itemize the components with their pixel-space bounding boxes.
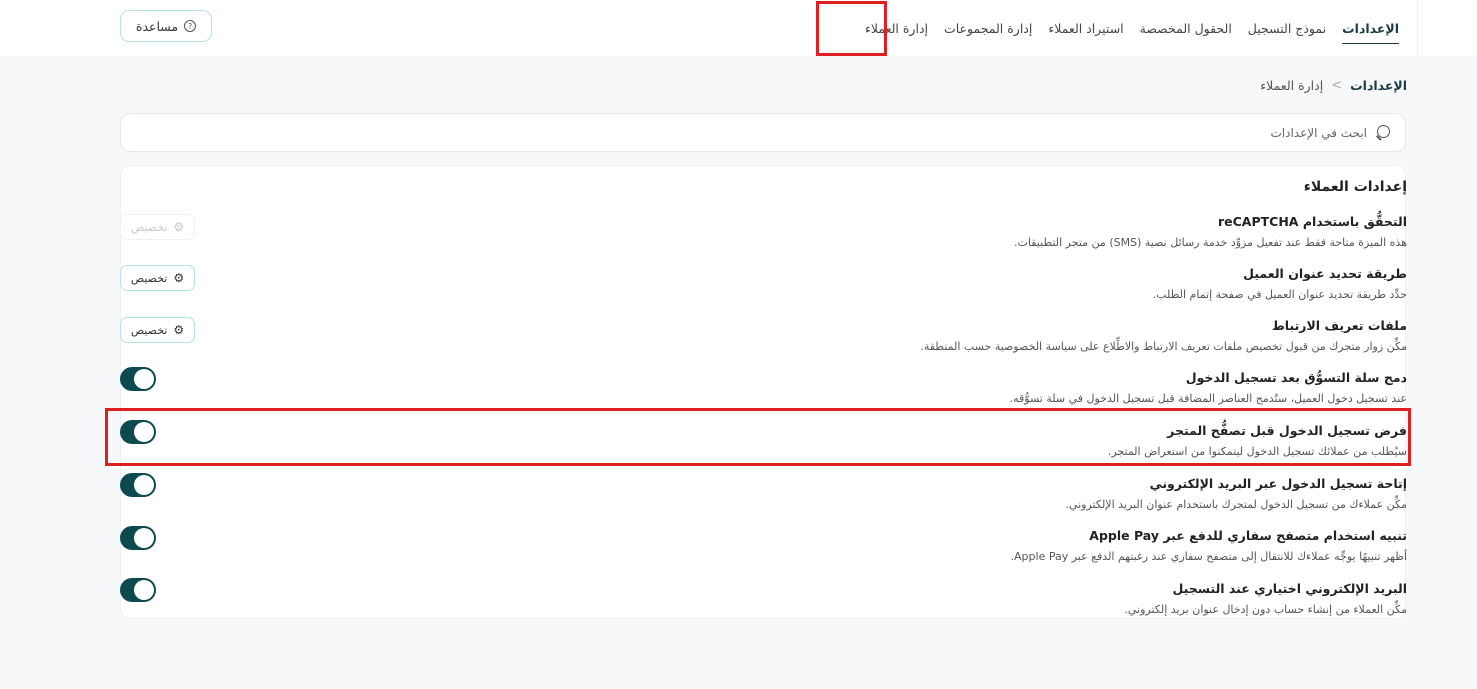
setting-title: دمج سلة التسوُّق بعد تسجيل الدخول [1185, 370, 1407, 385]
setting-description: مكِّن العملاء من إنشاء حساب دون إدخال عن… [1124, 603, 1407, 616]
settings-search[interactable] [120, 113, 1406, 152]
search-icon [1375, 124, 1391, 141]
settings-tab-highlight-box [816, 1, 887, 56]
customize-label: تخصيص [130, 323, 168, 337]
setting-title: طريقة تحديد عنوان العميل [1243, 266, 1407, 281]
breadcrumb: الإعدادات > إدارة العملاء [1260, 78, 1407, 93]
setting-description: حدِّد طريقة تحديد عنوان العميل في صفحة إ… [1152, 288, 1407, 301]
toggle-knob [134, 580, 154, 600]
gear-icon: ⚙ [173, 220, 185, 234]
toggle-knob [134, 475, 154, 495]
help-label: مساعدة [135, 18, 179, 34]
force-login-highlight-box [105, 408, 1411, 466]
help-button[interactable]: ? مساعدة [120, 10, 212, 42]
setting-description: أظهر تنبيهًا يوجِّه عملاءك للانتقال إلى … [1010, 550, 1407, 563]
chevron-icon: > [1331, 78, 1343, 93]
tab-custom-fields[interactable]: الحقول المخصصة [1132, 0, 1240, 56]
setting-recaptcha: التحقُّق باستخدام reCAPTCHA هذه الميزة م… [121, 214, 1407, 249]
setting-description: هذه الميزة متاحة فقط عند تفعيل مزوِّد خد… [1014, 236, 1407, 249]
question-circle-icon: ? [184, 20, 197, 32]
setting-optional-email: البريد الإلكتروني اختياري عند التسجيل مك… [121, 581, 1407, 616]
customize-button-recaptcha[interactable]: ⚙ تخصيص [120, 214, 195, 240]
tab-import-customers[interactable]: استيراد العملاء [1040, 0, 1131, 56]
breadcrumb-current: الإعدادات [1350, 78, 1407, 93]
setting-description: مكِّن زوار متجرك من قبول تخصيص ملفات تعر… [920, 340, 1407, 353]
tab-group-management[interactable]: إدارة المجموعات [936, 0, 1040, 56]
setting-title: إتاحة تسجيل الدخول عبر البريد الإلكتروني [1149, 476, 1407, 491]
customize-label: تخصيص [130, 271, 168, 285]
breadcrumb-parent[interactable]: إدارة العملاء [1260, 78, 1323, 93]
setting-address-method: طريقة تحديد عنوان العميل حدِّد طريقة تحد… [121, 266, 1407, 301]
section-title: إعدادات العملاء [1303, 179, 1407, 195]
main-nav: إدارة العملاء إدارة المجموعات استيراد ال… [857, 0, 1407, 56]
gear-icon: ⚙ [173, 323, 185, 337]
toggle-knob [134, 369, 154, 389]
toggle-apple-pay-safari[interactable] [120, 526, 156, 550]
setting-title: البريد الإلكتروني اختياري عند التسجيل [1172, 581, 1408, 596]
customize-label: تخصيص [130, 220, 168, 234]
customize-button-address[interactable]: ⚙ تخصيص [120, 265, 195, 291]
setting-description: عند تسجيل دخول العميل، ستُدمج العناصر ال… [1009, 392, 1407, 405]
toggle-email-login[interactable] [120, 473, 156, 497]
setting-title: التحقُّق باستخدام reCAPTCHA [1217, 214, 1407, 229]
tab-settings[interactable]: الإعدادات [1334, 0, 1407, 56]
setting-merge-cart: دمج سلة التسوُّق بعد تسجيل الدخول عند تس… [121, 370, 1407, 405]
search-input[interactable] [167, 125, 1367, 140]
setting-title: ملفات تعريف الارتباط [1271, 318, 1407, 333]
tab-registration-form[interactable]: نموذج التسجيل [1240, 0, 1334, 56]
setting-title: تنبيه استخدام متصفح سفاري للدفع عبر Appl… [1089, 528, 1407, 543]
setting-email-login: إتاحة تسجيل الدخول عبر البريد الإلكتروني… [121, 476, 1407, 511]
setting-apple-pay-safari: تنبيه استخدام متصفح سفاري للدفع عبر Appl… [121, 528, 1407, 563]
toggle-optional-email[interactable] [120, 578, 156, 602]
top-bar-edge [1417, 0, 1477, 56]
toggle-merge-cart[interactable] [120, 367, 156, 391]
toggle-knob [134, 528, 154, 548]
gear-icon: ⚙ [173, 271, 185, 285]
setting-cookies: ملفات تعريف الارتباط مكِّن زوار متجرك من… [121, 318, 1407, 353]
setting-description: مكِّن عملاءك من تسجيل الدخول لمتجرك باست… [1065, 498, 1407, 511]
customize-button-cookies[interactable]: ⚙ تخصيص [120, 317, 195, 343]
